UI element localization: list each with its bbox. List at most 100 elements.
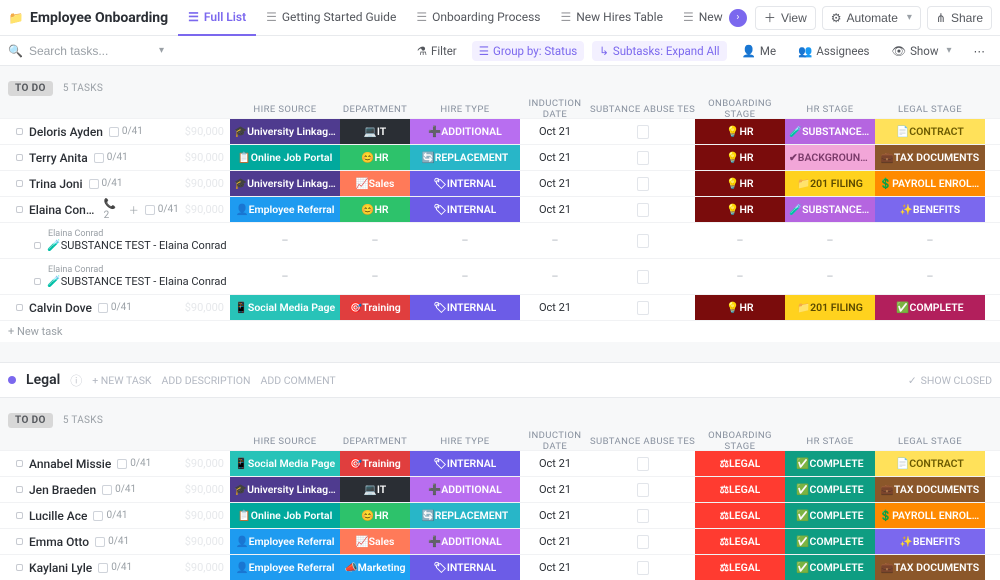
add-view-button[interactable]: ＋View <box>755 6 816 30</box>
col-substance[interactable]: SUBTANCE ABUSE TEST RESU... <box>590 104 695 115</box>
substance-cell[interactable] <box>590 477 695 502</box>
hire-source-tag[interactable]: 📋Online Job Portal <box>230 503 340 528</box>
new-task-link[interactable]: + NEW TASK <box>92 374 151 387</box>
col-induction-date[interactable]: INDUCTION DATE <box>520 430 590 452</box>
hr-stage-tag[interactable]: 📁201 FILING <box>785 171 875 196</box>
add-subtask-icon[interactable]: ＋ <box>129 202 139 217</box>
table-row[interactable]: Annabel Missie 0/41$90,000📱Social Media … <box>0 450 1000 476</box>
tab-scroll-right[interactable]: › <box>729 9 747 27</box>
hr-stage-tag[interactable]: ✅COMPLETE <box>785 451 875 476</box>
hr-stage-tag[interactable]: 🧪SUBSTANCE TEST <box>785 197 875 222</box>
induction-date[interactable]: Oct 21 <box>520 555 590 580</box>
onboarding-stage-tag[interactable]: 💡HR <box>695 295 785 320</box>
new-task-button[interactable]: + New task <box>0 320 1000 342</box>
induction-date[interactable]: Oct 21 <box>520 451 590 476</box>
table-row[interactable]: Deloris Ayden 0/41$90,000🎓University Lin… <box>0 118 1000 144</box>
table-row[interactable]: Kaylani Lyle 0/41$90,000👤Employee Referr… <box>0 554 1000 580</box>
legal-stage-tag[interactable]: ✅COMPLETE <box>875 295 985 320</box>
hire-type-tag[interactable]: ➕ADDITIONAL <box>410 529 520 554</box>
subtask-row[interactable]: Elaina Conrad🧪SUBSTANCE TEST - Elaina Co… <box>0 222 1000 258</box>
col-hr-stage[interactable]: HR STAGE <box>785 436 875 447</box>
substance-cell[interactable] <box>590 555 695 580</box>
automate-button[interactable]: ⚙Automate▾ <box>822 6 921 30</box>
info-icon[interactable]: ⓘ <box>70 372 82 389</box>
department-tag[interactable]: 😊HR <box>340 503 410 528</box>
hr-stage-tag[interactable]: ✔BACKGROUND C... <box>785 145 875 170</box>
onboarding-stage-tag[interactable]: ⚖LEGAL <box>695 529 785 554</box>
task-name-cell[interactable]: Terry Anita 0/41$90,000 <box>0 145 230 170</box>
task-name-cell[interactable]: Elaina Conrad 📞 2 ＋ 0/41$90,000 <box>0 197 230 222</box>
task-name-cell[interactable]: Jen Braeden 0/41$90,000 <box>0 477 230 502</box>
status-box-icon[interactable] <box>16 154 23 161</box>
substance-cell[interactable] <box>590 451 695 476</box>
chevron-down-icon[interactable]: ▾ <box>159 45 164 56</box>
substance-cell[interactable] <box>590 145 695 170</box>
share-button[interactable]: ⋔Share <box>927 6 992 30</box>
subtask-row[interactable]: Elaina Conrad🧪SUBSTANCE TEST - Elaina Co… <box>0 258 1000 294</box>
hire-type-tag[interactable]: 🏷INTERNAL <box>410 555 520 580</box>
legal-stage-tag[interactable]: 💼TAX DOCUMENTS <box>875 555 985 580</box>
hr-stage-tag[interactable]: ✅COMPLETE <box>785 529 875 554</box>
col-hr-stage[interactable]: HR STAGE <box>785 104 875 115</box>
department-tag[interactable]: 💻IT <box>340 119 410 144</box>
hire-source-tag[interactable]: 👤Employee Referral <box>230 197 340 222</box>
hr-stage-tag[interactable]: ✅COMPLETE <box>785 555 875 580</box>
department-tag[interactable]: 📣Marketing <box>340 555 410 580</box>
search-input[interactable] <box>29 44 149 58</box>
col-department[interactable]: DEPARTMENT <box>340 104 410 115</box>
table-row[interactable]: Elaina Conrad 📞 2 ＋ 0/41$90,000👤Employee… <box>0 196 1000 222</box>
search-box[interactable]: 🔍 ▾ <box>8 44 164 58</box>
add-comment-link[interactable]: ADD COMMENT <box>260 374 335 387</box>
me-button[interactable]: 👤Me <box>735 41 783 61</box>
col-hire-type[interactable]: HIRE TYPE <box>410 104 520 115</box>
hire-type-tag[interactable]: 🏷INTERNAL <box>410 171 520 196</box>
show-button[interactable]: 👁Show▾ <box>884 41 958 61</box>
hire-type-tag[interactable]: 🏷INTERNAL <box>410 295 520 320</box>
onboarding-stage-tag[interactable]: 💡HR <box>695 171 785 196</box>
col-substance[interactable]: SUBTANCE ABUSE TEST RESU... <box>590 436 695 447</box>
tab-getting-started-guide[interactable]: ☰Getting Started Guide <box>256 0 406 36</box>
induction-date[interactable]: Oct 21 <box>520 503 590 528</box>
substance-cell[interactable] <box>590 529 695 554</box>
hire-source-tag[interactable]: 🎓University Linkages <box>230 477 340 502</box>
col-legal-stage[interactable]: LEGAL STAGE <box>875 104 985 115</box>
legal-stage-tag[interactable]: 💼TAX DOCUMENTS <box>875 477 985 502</box>
table-row[interactable]: Lucille Ace 0/41$90,000📋Online Job Porta… <box>0 502 1000 528</box>
task-name-cell[interactable]: Trina Joni 0/41$90,000 <box>0 171 230 196</box>
table-row[interactable]: Trina Joni 0/41$90,000🎓University Linkag… <box>0 170 1000 196</box>
onboarding-stage-tag[interactable]: ⚖LEGAL <box>695 451 785 476</box>
legal-stage-tag[interactable]: ✨BENEFITS <box>875 529 985 554</box>
hire-type-tag[interactable]: 🔄REPLACEMENT <box>410 503 520 528</box>
hr-stage-tag[interactable]: ✅COMPLETE <box>785 477 875 502</box>
legal-stage-tag[interactable]: 💲PAYROLL ENROLLMENT <box>875 171 985 196</box>
col-department[interactable]: DEPARTMENT <box>340 436 410 447</box>
status-box-icon[interactable] <box>16 180 23 187</box>
induction-date[interactable]: Oct 21 <box>520 119 590 144</box>
hr-stage-tag[interactable]: 🧪SUBSTANCE TEST <box>785 119 875 144</box>
col-onboarding-stage[interactable]: ONBOARDING STAGE <box>695 98 785 120</box>
filter-button[interactable]: ⚗Filter <box>410 41 464 61</box>
tab-onboarding-process[interactable]: ☰Onboarding Process <box>406 0 550 36</box>
hire-source-tag[interactable]: 📋Online Job Portal <box>230 145 340 170</box>
status-tag[interactable]: TO DO <box>8 413 53 428</box>
status-box-icon[interactable] <box>16 538 23 545</box>
status-box-icon[interactable] <box>16 486 23 493</box>
substance-cell[interactable] <box>590 197 695 222</box>
task-name-cell[interactable]: Calvin Dove 0/41$90,000 <box>0 295 230 320</box>
table-row[interactable]: Calvin Dove 0/41$90,000📱Social Media Pag… <box>0 294 1000 320</box>
status-box-icon[interactable] <box>34 278 41 285</box>
task-name-cell[interactable]: Kaylani Lyle 0/41$90,000 <box>0 555 230 580</box>
department-tag[interactable]: 📈Sales <box>340 529 410 554</box>
subtask-name-cell[interactable]: Elaina Conrad🧪SUBSTANCE TEST - Elaina Co… <box>0 229 230 252</box>
department-tag[interactable]: 😊HR <box>340 145 410 170</box>
col-hire-source[interactable]: HIRE SOURCE <box>230 104 340 115</box>
more-button[interactable]: ⋯ <box>967 41 993 61</box>
tab-new-hire-onboarding-form[interactable]: ☰New Hire Onboarding Form <box>673 0 725 36</box>
legal-stage-tag[interactable]: 💲PAYROLL ENROLLMENT <box>875 503 985 528</box>
substance-cell[interactable] <box>590 270 695 284</box>
add-description-link[interactable]: ADD DESCRIPTION <box>162 374 251 387</box>
task-name-cell[interactable]: Lucille Ace 0/41$90,000 <box>0 503 230 528</box>
status-box-icon[interactable] <box>16 460 23 467</box>
onboarding-stage-tag[interactable]: ⚖LEGAL <box>695 555 785 580</box>
legal-stage-tag[interactable]: 📄CONTRACT <box>875 451 985 476</box>
